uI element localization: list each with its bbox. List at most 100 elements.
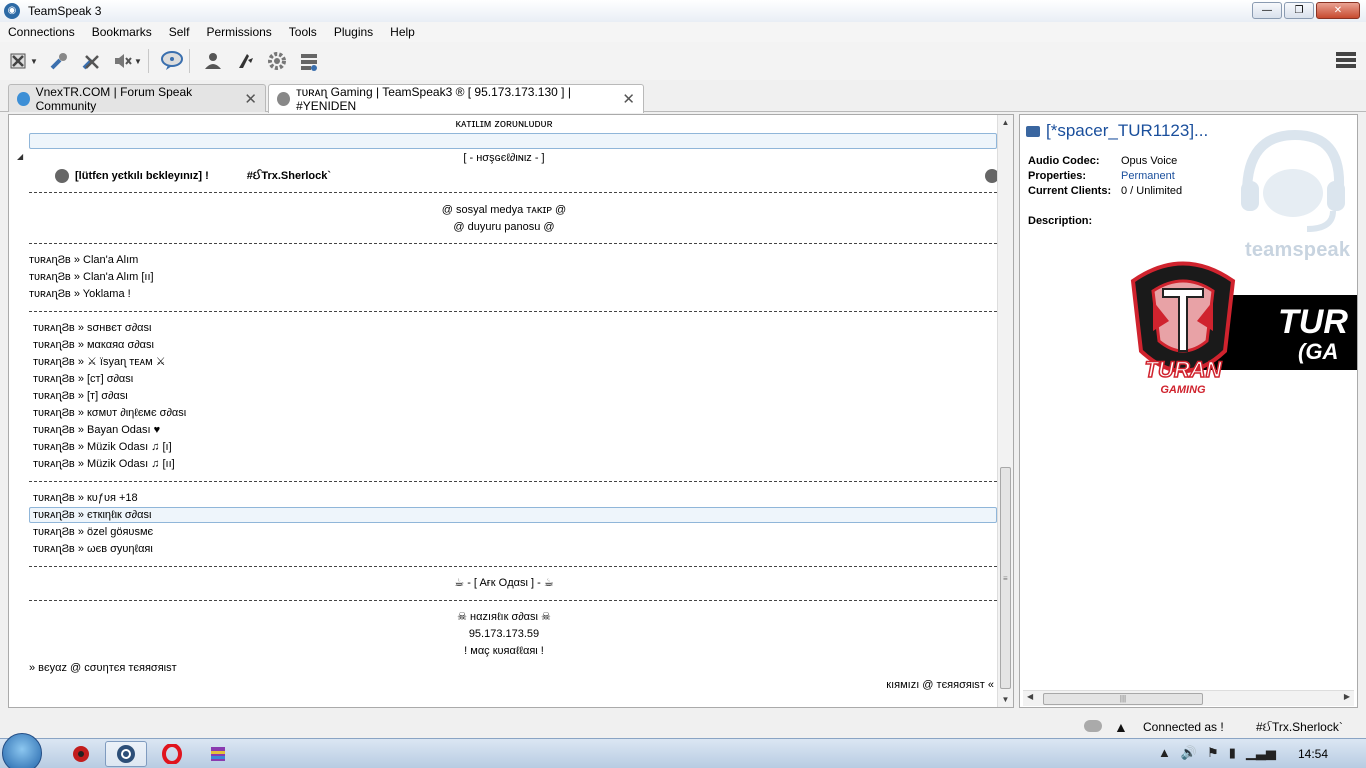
channel-mac[interactable]: ! мαç кυяαℓℓαяι !: [9, 643, 999, 660]
info-horizontal-scrollbar[interactable]: ◀ ||| ▶: [1023, 690, 1354, 706]
channel-ozel[interactable]: ᴛᴜʀᴀɳϨʙ » özel göяυѕмє: [33, 524, 153, 541]
power-icon[interactable]: ▮: [1229, 745, 1236, 761]
audio-codec-row: Audio Codec: Opus Voice: [1028, 155, 1177, 167]
spacer-line: [29, 311, 997, 312]
channel-sosyal[interactable]: @ sosyal medya ᴛᴀᴋɪᴘ @: [9, 202, 999, 219]
restore-button[interactable]: ❐: [1284, 2, 1314, 19]
close-tab-icon[interactable]: ✕: [244, 90, 257, 108]
system-tray: ▲ 🔊 ⚑ ▮ ▁▃▅: [1158, 745, 1276, 761]
description-row: Description:: [1028, 215, 1121, 227]
client-mic-icon: [55, 169, 69, 183]
menu-self[interactable]: Self: [161, 22, 199, 42]
scroll-left-arrow-icon[interactable]: ◀: [1027, 692, 1033, 701]
tab-label: ᴛᴜʀᴀɳ Gaming | TeamSpeak3 ® [ 95.173.173…: [296, 85, 571, 113]
scroll-thumb[interactable]: ≡: [1000, 467, 1011, 689]
client-row[interactable]: [lütfєn yєtkılı bєkleyınız] ! #ઈTrx.Sher…: [55, 167, 331, 185]
spacer-line: [29, 192, 997, 193]
menu-plugins[interactable]: Plugins: [326, 22, 382, 42]
mute-speakers-icon[interactable]: [78, 48, 104, 74]
server-globe-icon: [17, 91, 30, 106]
channel-ip[interactable]: 95.173.173.59: [9, 626, 999, 643]
scroll-right-arrow-icon[interactable]: ▶: [1344, 692, 1350, 701]
channel-tree: ᴋᴀᴛɪʟɪᴍ ᴢᴏʀᴜɴʟᴜᴅᴜʀ ◢ [ - нσşɢєℓ∂ιɴιz - ]…: [8, 114, 1014, 708]
start-button[interactable]: [2, 733, 42, 768]
channel-duyuru[interactable]: @ duyuru panosu @: [9, 219, 999, 236]
channel-ct[interactable]: ᴛᴜʀᴀɳϨʙ » [ᴄᴛ] σ∂αѕι: [33, 371, 133, 388]
channel-muzik2[interactable]: ᴛᴜʀᴀɳϨʙ » Müzik Odası ♫ [ıı]: [33, 456, 175, 473]
properties-value-link[interactable]: Permanent: [1121, 170, 1175, 182]
channel-hazirlik[interactable]: ☠ нαzıяℓıк σ∂αѕι ☠: [9, 609, 999, 626]
taskbar-opera-icon[interactable]: [151, 741, 193, 767]
settings-gear-icon[interactable]: [264, 48, 290, 74]
warning-icon[interactable]: ▲: [1114, 719, 1128, 735]
channel-beyaz[interactable]: » вєуαz @ ᴄσυηтєя тєяяσяιѕт: [29, 660, 177, 677]
mute-microphone-icon[interactable]: [46, 48, 72, 74]
scroll-up-arrow-icon[interactable]: ▲: [998, 115, 1013, 130]
speaker-dropdown-caret[interactable]: ▼: [134, 57, 144, 66]
horizontal-scroll-thumb[interactable]: |||: [1043, 693, 1203, 705]
taskbar-clock[interactable]: 14:54: [1298, 747, 1328, 761]
contacts-icon[interactable]: [200, 48, 226, 74]
taskbar-app-red-icon[interactable]: [60, 741, 102, 767]
clients-label: Current Clients:: [1028, 185, 1112, 197]
channel-sohbet[interactable]: ᴛᴜʀᴀɳϨʙ » ѕσнвєт σ∂αѕι: [33, 320, 151, 337]
network-signal-icon[interactable]: ▁▃▅: [1246, 745, 1276, 761]
channel-komut[interactable]: ᴛᴜʀᴀɳϨʙ » кσмυт ∂ιηℓємє σ∂αѕι: [33, 405, 186, 422]
menu-connections[interactable]: Connections: [0, 22, 84, 42]
scroll-down-arrow-icon[interactable]: ▼: [998, 692, 1013, 707]
channel-t[interactable]: ᴛᴜʀᴀɳϨʙ » [ᴛ] σ∂αѕι: [33, 388, 128, 405]
channel-name-heading: [*spacer_TUR1123]...: [1026, 121, 1208, 141]
disconnect-icon[interactable]: [6, 48, 32, 74]
channel-kufur[interactable]: ᴛᴜʀᴀɳϨʙ » кυƒυя +18: [33, 490, 138, 507]
channel-katilim[interactable]: ᴋᴀᴛɪʟɪᴍ ᴢᴏʀᴜɴʟᴜᴅᴜʀ: [9, 116, 999, 133]
channel-web[interactable]: ᴛᴜʀᴀɳϨʙ » ωєв σуυηℓαяι: [33, 541, 153, 558]
toolbar: ▼ ▼: [0, 42, 1366, 80]
spacer-line: [29, 566, 997, 567]
properties-label: Properties:: [1028, 170, 1087, 182]
channel-info-panel: teamspeak [*spacer_TUR1123]... Audio Cod…: [1019, 114, 1358, 708]
connection-status: Connected as !: [1143, 720, 1224, 734]
close-tab-icon[interactable]: ✕: [622, 90, 635, 108]
menu-help[interactable]: Help: [382, 22, 424, 42]
channel-muzik1[interactable]: ᴛᴜʀᴀɳϨʙ » Müzik Odası ♫ [ı]: [33, 439, 172, 456]
taskbar-teamspeak-icon[interactable]: [105, 741, 147, 767]
tab-turan-gaming[interactable]: ᴛᴜʀᴀɳ Gaming | TeamSpeak3 ® [ 95.173.173…: [268, 84, 644, 113]
minimize-button[interactable]: —: [1252, 2, 1282, 19]
server-info-icon[interactable]: [296, 48, 322, 74]
tree-scrollbar[interactable]: ▲ ≡ ▼: [997, 115, 1013, 707]
channel-afk[interactable]: ☕ - [ Aғк Oдαѕι ] - ☕: [9, 575, 999, 592]
menu-tools[interactable]: Tools: [281, 22, 326, 42]
disconnect-dropdown-caret[interactable]: ▼: [30, 57, 40, 66]
windows-taskbar: ▲ 🔊 ⚑ ▮ ▁▃▅ 14:54: [0, 733, 1366, 768]
tray-expand-icon[interactable]: ▲: [1158, 745, 1171, 761]
channel-etkinlik[interactable]: ᴛᴜʀᴀɳϨʙ » єткιηℓιк σ∂αѕι: [33, 507, 151, 524]
channel-bayan[interactable]: ᴛᴜʀᴀɳϨʙ » Bayan Odası ♥: [33, 422, 160, 439]
channel-hosgeldiniz[interactable]: [ - нσşɢєℓ∂ιɴιz - ]: [9, 150, 999, 167]
current-nickname: #ઈTrx.Sherlock`: [1256, 720, 1343, 734]
close-button[interactable]: ✕: [1316, 2, 1360, 19]
menu-bookmarks[interactable]: Bookmarks: [84, 22, 161, 42]
channel-clan1[interactable]: ᴛᴜʀᴀɳϨʙ » Clan'a Alım: [29, 252, 138, 269]
toolbar-separator: [148, 49, 149, 73]
svg-text:TURAN: TURAN: [1145, 357, 1223, 382]
channel-makara[interactable]: ᴛᴜʀᴀɳϨʙ » мαкαяα σ∂αѕι: [33, 337, 154, 354]
menu-permissions[interactable]: Permissions: [198, 22, 280, 42]
layout-icon[interactable]: [1334, 48, 1358, 72]
taskbar-winrar-icon[interactable]: [197, 741, 239, 767]
channel-isyan[interactable]: ᴛᴜʀᴀɳϨʙ » ⚔ ïsyaɳ ᴛᴇᴀᴍ ⚔: [33, 354, 166, 371]
action-center-flag-icon[interactable]: ⚑: [1207, 745, 1219, 761]
status-bar: ▲ Connected as ! #ઈTrx.Sherlock`: [0, 716, 1366, 738]
speaker-volume-icon[interactable]: [110, 48, 136, 74]
channel-kirmizi[interactable]: кıямızı @ тєяяσяιѕт «: [9, 677, 994, 694]
volume-icon[interactable]: 🔊: [1181, 745, 1197, 761]
client-name-second: #ઈTrx.Sherlock`: [246, 169, 332, 182]
away-icon[interactable]: [232, 48, 258, 74]
svg-text:GAMING: GAMING: [1160, 384, 1206, 396]
channel-hover-highlight: [29, 507, 997, 523]
channel-yoklama[interactable]: ᴛᴜʀᴀɳϨʙ » Yoklama !: [29, 286, 131, 303]
channel-spacer-selected[interactable]: [29, 133, 997, 149]
channel-clan2[interactable]: ᴛᴜʀᴀɳϨʙ » Clan'a Alım [ıı]: [29, 269, 154, 286]
tab-vnextr[interactable]: VnexTR.COM | Forum Speak Community ✕: [8, 84, 266, 113]
clients-row: Current Clients: 0 / Unlimited: [1028, 185, 1182, 197]
chat-bubble-icon[interactable]: [159, 48, 185, 74]
